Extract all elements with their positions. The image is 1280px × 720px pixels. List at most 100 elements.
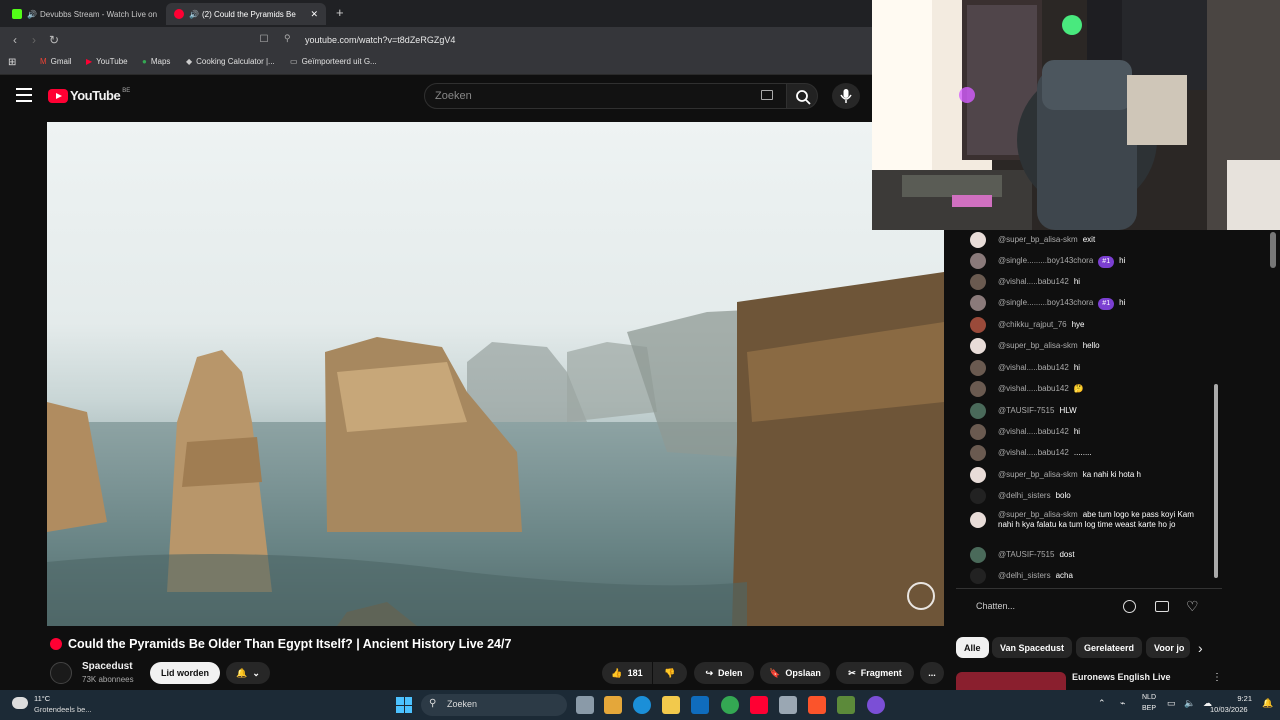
discord-icon[interactable] bbox=[867, 696, 885, 714]
clock-time[interactable]: 9:21 bbox=[1224, 694, 1252, 703]
chip-all[interactable]: Alle bbox=[956, 637, 989, 658]
new-tab-button[interactable]: + bbox=[336, 5, 344, 20]
avatar[interactable] bbox=[970, 547, 986, 563]
weather-temp[interactable]: 11°C bbox=[34, 694, 50, 703]
file-explorer-icon[interactable] bbox=[662, 696, 680, 714]
language-indicator-bottom[interactable]: BEP bbox=[1142, 705, 1156, 712]
avatar[interactable] bbox=[970, 295, 986, 311]
taskbar-search[interactable]: Zoeken bbox=[421, 694, 567, 716]
calculator-icon[interactable] bbox=[779, 696, 797, 714]
close-tab-icon[interactable]: ✕ bbox=[310, 9, 318, 20]
address-bar[interactable]: youtube.com/watch?v=t8dZeRGZgV4 bbox=[305, 35, 455, 45]
save-button[interactable]: 🔖 Opslaan bbox=[760, 662, 830, 684]
super-chat-icon[interactable] bbox=[1155, 601, 1169, 612]
avatar[interactable] bbox=[970, 445, 986, 461]
back-icon[interactable]: ‹ bbox=[8, 33, 22, 47]
brave-icon[interactable] bbox=[808, 696, 826, 714]
dislike-button[interactable]: 👎 bbox=[653, 662, 687, 684]
chat-scrollbar[interactable] bbox=[1214, 384, 1218, 578]
page-scrollbar[interactable] bbox=[1270, 232, 1276, 268]
share-button[interactable]: ↪ Delen bbox=[694, 662, 754, 684]
bookmark-icon[interactable]: ☐ bbox=[257, 33, 271, 47]
volume-icon[interactable]: 🔈 bbox=[1184, 698, 1195, 709]
chat-input[interactable]: Chatten... bbox=[966, 594, 1122, 618]
chip-related[interactable]: Gerelateerd bbox=[1076, 637, 1143, 658]
bookmark-imported-folder[interactable]: ▭ Geïmporteerd uit G... bbox=[290, 57, 377, 66]
task-view-icon[interactable] bbox=[576, 696, 594, 714]
bookmark-maps[interactable]: ● Maps bbox=[142, 57, 170, 66]
chrome-icon[interactable] bbox=[721, 696, 739, 714]
avatar[interactable] bbox=[970, 381, 986, 397]
voice-search-button[interactable] bbox=[832, 83, 860, 109]
like-button[interactable]: 👍 181 bbox=[602, 662, 652, 684]
channel-avatar[interactable] bbox=[50, 662, 72, 684]
reload-icon[interactable]: ↻ bbox=[47, 33, 61, 47]
more-actions-button[interactable]: ... bbox=[920, 662, 944, 684]
apps-grid-icon[interactable]: ⊞ bbox=[8, 57, 16, 68]
avatar[interactable] bbox=[970, 512, 986, 528]
youtube-logo[interactable]: YouTube BE bbox=[48, 88, 130, 103]
network-icon[interactable]: ▭ bbox=[1167, 698, 1176, 709]
avatar[interactable] bbox=[970, 253, 986, 269]
weather-description[interactable]: Grotendeels be... bbox=[34, 705, 92, 714]
youtube-app-icon[interactable] bbox=[750, 696, 768, 714]
keyboard-icon[interactable] bbox=[761, 90, 773, 100]
avatar[interactable] bbox=[970, 403, 986, 419]
chat-message: @super_bp_alisa-skm abe tum logo ke pass … bbox=[970, 510, 1210, 530]
avatar[interactable] bbox=[970, 568, 986, 584]
bookmark-youtube[interactable]: ▶ YouTube bbox=[86, 57, 128, 66]
chevron-right-icon[interactable]: › bbox=[1198, 640, 1203, 656]
tab-label: (2) Could the Pyramids Be bbox=[201, 9, 296, 19]
chat-message: @TAUSIF-7515 HLW bbox=[970, 403, 1210, 419]
windows-start-icon[interactable] bbox=[396, 697, 412, 713]
chat-message: @super_bp_alisa-skm exit bbox=[970, 232, 1210, 248]
live-chat-panel: @super_bp_alisa-skm exit @single.........… bbox=[956, 230, 1222, 587]
search-button[interactable] bbox=[786, 83, 818, 109]
forward-icon[interactable]: › bbox=[27, 33, 41, 47]
avatar[interactable] bbox=[970, 467, 986, 483]
tab-youtube[interactable]: 🔊 (2) Could the Pyramids Be ✕ bbox=[166, 3, 326, 25]
emoji-icon[interactable] bbox=[1123, 600, 1136, 613]
usb-icon[interactable]: ⌁ bbox=[1120, 698, 1125, 709]
recommended-menu-icon[interactable]: ⋮ bbox=[1212, 672, 1222, 683]
chip-for-you[interactable]: Voor jo bbox=[1146, 637, 1190, 658]
search-input[interactable]: Zoeken bbox=[424, 83, 788, 109]
language-indicator-top[interactable]: NLD bbox=[1142, 694, 1156, 701]
notification-bell-icon[interactable]: 🔔 bbox=[1262, 698, 1273, 709]
heart-icon[interactable]: ♡ bbox=[1186, 598, 1199, 615]
youtube-favicon-icon bbox=[174, 9, 184, 19]
site-info-icon[interactable]: ⚲ bbox=[284, 33, 291, 44]
video-player[interactable] bbox=[47, 122, 944, 626]
channel-watermark-icon[interactable] bbox=[907, 582, 935, 610]
join-button[interactable]: Lid worden bbox=[150, 662, 220, 684]
tab-devubbs[interactable]: 🔊 Devubbs Stream - Watch Live on bbox=[4, 3, 162, 25]
edge-icon[interactable] bbox=[633, 696, 651, 714]
chip-from-channel[interactable]: Van Spacedust bbox=[992, 637, 1073, 658]
avatar[interactable] bbox=[970, 317, 986, 333]
clip-button[interactable]: ✂ Fragment bbox=[836, 662, 914, 684]
avatar[interactable] bbox=[970, 338, 986, 354]
outlook-icon[interactable] bbox=[691, 696, 709, 714]
avatar[interactable] bbox=[970, 360, 986, 376]
recommended-thumbnail[interactable] bbox=[956, 672, 1066, 690]
chevron-up-icon[interactable]: ⌃ bbox=[1098, 698, 1106, 709]
bookmark-gmail[interactable]: M Gmail bbox=[40, 57, 72, 66]
bookmark-cooking-calculator[interactable]: ◆ Cooking Calculator |... bbox=[186, 57, 275, 66]
video-frame-coastal-rocks bbox=[47, 272, 944, 626]
recommended-title[interactable]: Euronews English Live bbox=[1072, 672, 1171, 682]
game-app-icon[interactable] bbox=[837, 696, 855, 714]
notifications-button[interactable]: 🔔 ⌄ bbox=[226, 662, 270, 684]
clock-date[interactable]: 10/03/2026 bbox=[1210, 705, 1248, 714]
browser-toolbar: ‹ › ↻ ☐ ⚲ youtube.com/watch?v=t8dZeRGZgV… bbox=[0, 27, 872, 53]
store-icon[interactable] bbox=[604, 696, 622, 714]
weather-cloud-icon[interactable] bbox=[12, 697, 28, 709]
kick-icon bbox=[12, 9, 22, 19]
avatar[interactable] bbox=[970, 488, 986, 504]
menu-icon[interactable] bbox=[16, 88, 32, 102]
member-badge: #1 bbox=[1098, 256, 1115, 268]
avatar[interactable] bbox=[970, 232, 986, 248]
avatar[interactable] bbox=[970, 424, 986, 440]
avatar[interactable] bbox=[970, 274, 986, 290]
chat-message: @delhi_sisters bolo bbox=[970, 488, 1210, 504]
channel-name[interactable]: Spacedust bbox=[82, 661, 133, 672]
